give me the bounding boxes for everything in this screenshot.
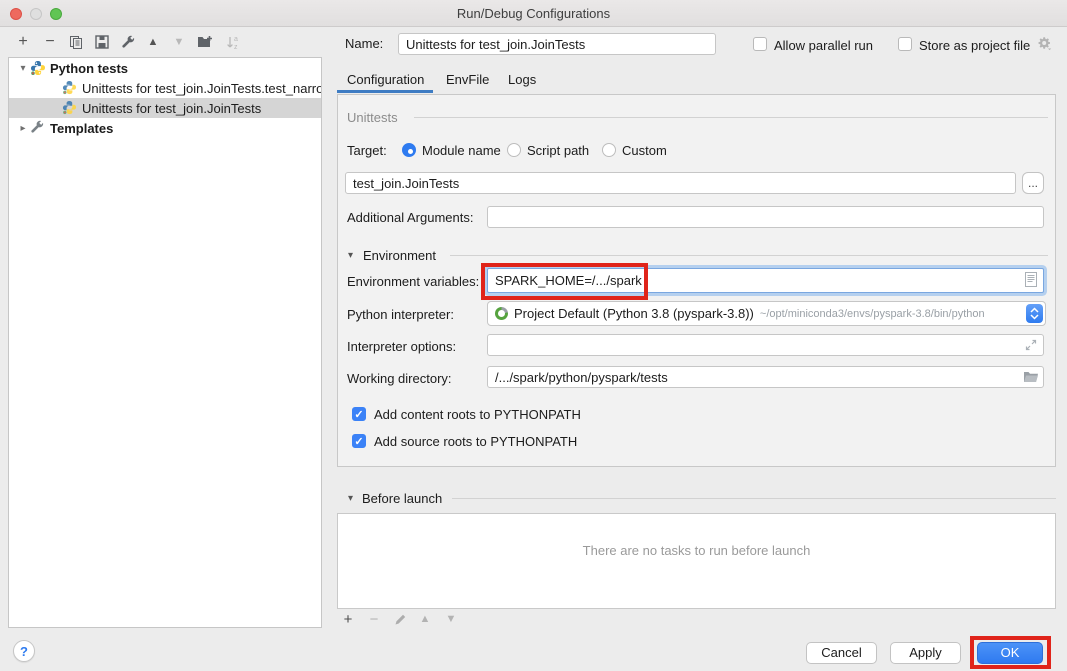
before-launch-empty-text: There are no tasks to run before launch (338, 543, 1055, 558)
chevron-down-icon[interactable]: ▾ (16, 63, 30, 74)
copy-configuration-icon[interactable] (67, 33, 85, 51)
interpreter-options-input[interactable] (487, 334, 1044, 356)
move-task-up-icon[interactable]: ▲ (420, 613, 431, 625)
svg-text:a: a (234, 36, 238, 43)
templates-wrench-icon (30, 120, 46, 136)
python-interpreter-path: ~/opt/miniconda3/envs/pyspark-3.8/bin/py… (760, 308, 985, 320)
tab-configuration[interactable]: Configuration (347, 72, 424, 87)
move-down-icon[interactable]: ▼ (170, 33, 188, 51)
tree-item-python-tests[interactable]: ▾ Python tests (9, 58, 321, 78)
before-launch-section-label: Before launch (362, 491, 442, 506)
browse-folder-icon[interactable] (1023, 371, 1039, 386)
python-tests-icon (30, 60, 46, 76)
module-name-input[interactable] (345, 172, 1016, 194)
move-up-icon[interactable]: ▲ (144, 33, 162, 51)
environment-variables-label: Environment variables: (347, 274, 479, 289)
name-label: Name: (345, 36, 383, 51)
unittests-group-label: Unittests (347, 110, 398, 125)
title-bar: Run/Debug Configurations (0, 0, 1067, 27)
name-input[interactable] (398, 33, 716, 55)
select-stepper-icon[interactable] (1026, 304, 1043, 323)
tab-logs[interactable]: Logs (508, 72, 536, 87)
before-launch-collapse-icon[interactable]: ▾ (348, 493, 353, 504)
conda-environment-icon (495, 307, 508, 320)
environment-section-label: Environment (363, 248, 436, 263)
python-test-icon (62, 100, 78, 116)
python-interpreter-label: Python interpreter: (347, 307, 454, 322)
browse-module-button[interactable]: ... (1022, 172, 1044, 194)
store-as-project-file-checkbox[interactable] (898, 37, 912, 51)
additional-arguments-label: Additional Arguments: (347, 210, 473, 225)
environment-section-line (450, 255, 1048, 256)
active-tab-underline (337, 90, 433, 93)
python-interpreter-select[interactable]: Project Default (Python 3.8 (pyspark-3.8… (487, 301, 1046, 326)
before-launch-section-line (452, 498, 1056, 499)
tree-item-label: Unittests for test_join.JoinTests (82, 101, 261, 116)
working-directory-input[interactable] (487, 366, 1044, 388)
add-source-roots-label: Add source roots to PYTHONPATH (374, 434, 577, 449)
working-directory-label: Working directory: (347, 371, 452, 386)
allow-parallel-run-checkbox[interactable] (753, 37, 767, 51)
configurations-tree: ▾ Python tests Unittests for test_join.J… (8, 57, 322, 628)
move-task-down-icon[interactable]: ▼ (446, 613, 457, 625)
environment-variables-input[interactable]: SPARK_HOME=/.../spark (487, 268, 1044, 293)
window-title: Run/Debug Configurations (0, 6, 1067, 21)
target-script-path-label: Script path (527, 143, 589, 158)
sort-configurations-icon[interactable]: az (224, 33, 242, 51)
store-options-gear-icon[interactable] (1036, 35, 1052, 54)
store-as-project-file-label: Store as project file (919, 38, 1030, 53)
edit-templates-icon[interactable] (119, 33, 137, 51)
target-module-name-label: Module name (422, 143, 501, 158)
tree-item-unittests-jointests-selected[interactable]: Unittests for test_join.JoinTests (9, 98, 321, 118)
add-configuration-icon[interactable]: + (14, 33, 32, 51)
run-debug-configurations-dialog: Run/Debug Configurations + − ▲ ▼ az ▾ Py… (0, 0, 1067, 671)
python-test-icon (62, 80, 78, 96)
additional-arguments-input[interactable] (487, 206, 1044, 228)
remove-task-icon[interactable]: − (365, 610, 383, 628)
add-task-icon[interactable]: + (339, 610, 357, 628)
before-launch-task-list: There are no tasks to run before launch (337, 513, 1056, 609)
environment-variables-value: SPARK_HOME=/.../spark (495, 273, 1036, 288)
target-custom-label: Custom (622, 143, 667, 158)
interpreter-options-label: Interpreter options: (347, 339, 456, 354)
expand-field-icon[interactable] (1024, 338, 1038, 355)
target-label: Target: (347, 143, 387, 158)
tree-item-templates[interactable]: ▸ Templates (9, 118, 321, 138)
target-module-name-radio[interactable] (402, 143, 416, 157)
tree-item-label: Python tests (50, 61, 128, 76)
remove-configuration-icon[interactable]: − (41, 33, 59, 51)
chevron-right-icon[interactable]: ▸ (16, 123, 30, 134)
unittests-group-line (414, 117, 1048, 118)
apply-button[interactable]: Apply (890, 642, 961, 664)
add-content-roots-label: Add content roots to PYTHONPATH (374, 407, 581, 422)
python-interpreter-value: Project Default (Python 3.8 (pyspark-3.8… (514, 306, 754, 321)
tab-envfile[interactable]: EnvFile (446, 72, 489, 87)
environment-collapse-icon[interactable]: ▾ (348, 250, 353, 261)
ok-button[interactable]: OK (977, 642, 1043, 664)
add-source-roots-checkbox[interactable]: ✓ (352, 434, 366, 448)
allow-parallel-run-label: Allow parallel run (774, 38, 873, 53)
tree-item-label: Unittests for test_join.JoinTests.test_n… (82, 81, 321, 96)
create-new-folder-icon[interactable] (196, 33, 214, 51)
tree-item-label: Templates (50, 121, 113, 136)
cancel-button[interactable]: Cancel (806, 642, 877, 664)
target-custom-radio[interactable] (602, 143, 616, 157)
help-button[interactable]: ? (13, 640, 35, 662)
tree-item-unittests-test-narrow[interactable]: Unittests for test_join.JoinTests.test_n… (9, 78, 321, 98)
edit-task-icon[interactable] (391, 610, 409, 628)
add-content-roots-checkbox[interactable]: ✓ (352, 407, 366, 421)
edit-variables-icon[interactable] (1025, 272, 1037, 290)
svg-text:z: z (234, 44, 238, 50)
save-configuration-icon[interactable] (93, 33, 111, 51)
target-script-path-radio[interactable] (507, 143, 521, 157)
